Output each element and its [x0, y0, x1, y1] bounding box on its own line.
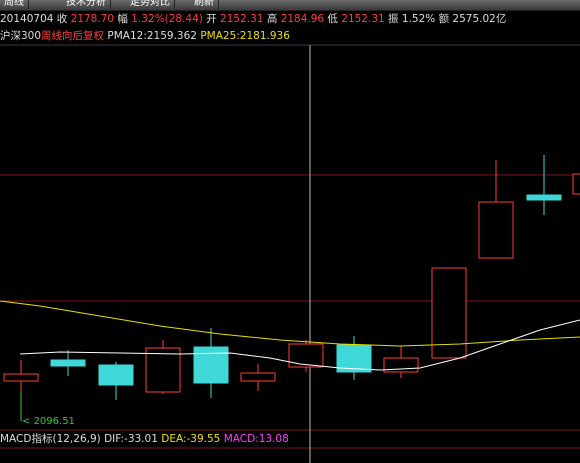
- macd-name[interactable]: MACD指标(12,26,9): [0, 433, 101, 445]
- low-label: 低: [327, 13, 338, 25]
- candle-up: [478, 201, 514, 259]
- macd-dif: DIF:-33.01: [104, 433, 158, 445]
- macd-value: MACD:13.08: [223, 433, 289, 445]
- candle-up: [288, 343, 324, 368]
- candle-up: [145, 347, 181, 393]
- close-value: 2178.70: [70, 13, 115, 25]
- indicator-line: 沪深300周线向后复权 PMA12:2159.362 PMA25:2181.93…: [0, 29, 290, 44]
- amount-value: 2575.02亿: [452, 13, 507, 25]
- change-label: 幅: [117, 13, 128, 25]
- close-label: 收: [56, 13, 68, 25]
- pma25-value: PMA25:2181.936: [200, 30, 290, 42]
- macd-dea: DEA:-39.55: [161, 433, 221, 445]
- candle-up: [572, 173, 580, 195]
- change-value: 1.32%(28.44): [131, 13, 203, 25]
- quote-line: 20140704 收 2178.70 幅 1.32%(28.44) 开 2152…: [0, 11, 506, 28]
- pma12-value: PMA12:2159.362: [107, 30, 197, 42]
- index-name: 沪深300: [0, 30, 42, 42]
- candle-down: [526, 194, 562, 201]
- refresh-button[interactable]: 刷新: [190, 0, 219, 9]
- low-marker: < 2096.51: [22, 416, 75, 427]
- candle-up: [240, 372, 276, 382]
- low-marker-value: 2096.51: [33, 416, 75, 427]
- candle-down: [98, 364, 134, 386]
- amplitude-label: 振: [388, 13, 399, 25]
- candle-down: [193, 346, 229, 384]
- pma25-line: [0, 300, 580, 347]
- open-value: 2152.31: [220, 13, 264, 25]
- low-value: 2152.31: [341, 13, 385, 25]
- amplitude-value: 1.52%: [401, 13, 436, 25]
- technical-analysis-button[interactable]: 技术分析: [62, 0, 111, 9]
- amount-label: 额: [438, 13, 450, 25]
- macd-line: MACD指标(12,26,9) DIF:-33.01 DEA:-39.55 MA…: [0, 431, 289, 447]
- candle-up: [3, 373, 39, 382]
- high-label: 高: [266, 13, 278, 25]
- high-value: 2184.96: [280, 13, 325, 25]
- adjust-mode[interactable]: 周线向后复权: [41, 30, 104, 42]
- candle-down: [50, 359, 86, 367]
- quote-date: 20140704: [0, 13, 54, 25]
- compare-button[interactable]: 走势对比: [126, 0, 175, 9]
- kline-chart[interactable]: [0, 0, 580, 463]
- toolbar: 周线 技术分析 走势对比 刷新: [0, 0, 580, 11]
- weekly-button[interactable]: 周线: [0, 0, 29, 9]
- open-label: 开: [206, 13, 217, 25]
